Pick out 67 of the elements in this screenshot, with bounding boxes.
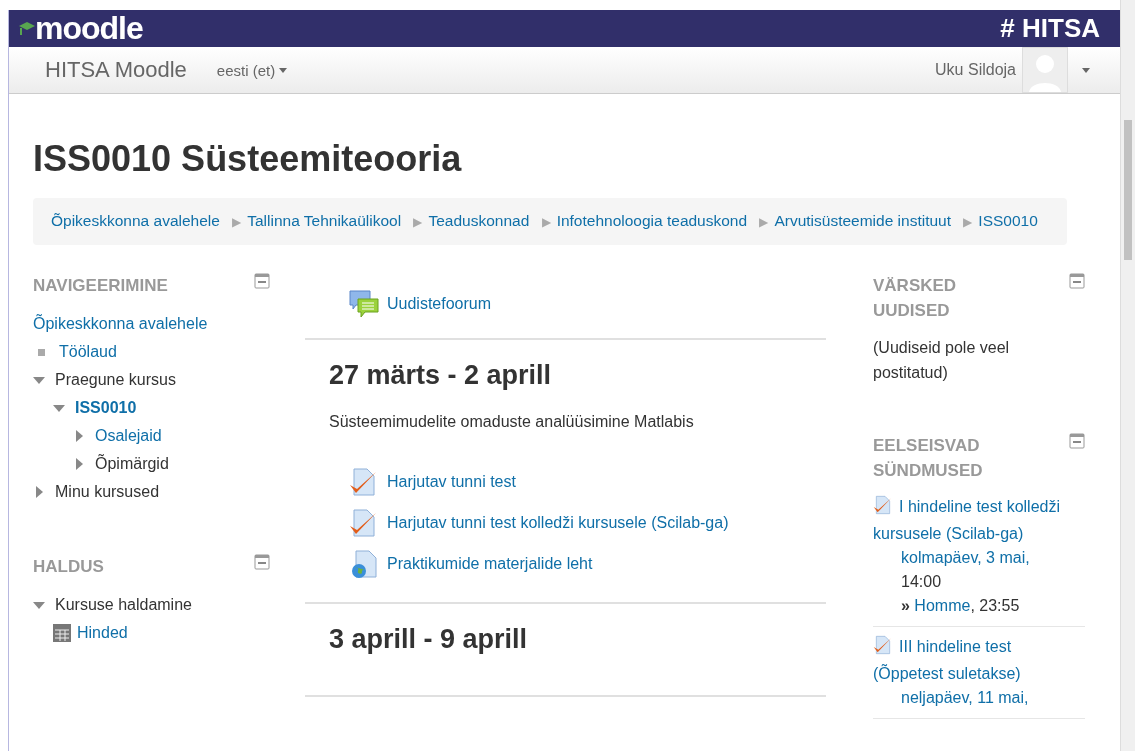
collapsed-arrow-icon[interactable] xyxy=(76,458,83,470)
collapse-icon[interactable] xyxy=(1069,433,1085,449)
table-icon xyxy=(53,624,71,642)
nav-link[interactable]: Hinded xyxy=(77,624,128,642)
quiz-icon xyxy=(873,635,893,655)
event-time: 14:00 xyxy=(901,572,943,592)
web-page-icon xyxy=(349,548,379,579)
section-summary: Süsteemimudelite omaduste analüüsimine Matlabis xyxy=(329,413,695,431)
bullet-icon xyxy=(38,348,45,356)
breadcrumb-link[interactable]: Arvutisüsteemide instituut xyxy=(774,212,952,229)
block-title: VÄRSKED UUDISED xyxy=(873,275,958,322)
empty-news-text: (Uudiseid pole veel postitatud) xyxy=(873,338,1011,383)
nav-label[interactable]: Praegune kursus xyxy=(55,371,176,389)
activity-link[interactable]: Uudistefoorum xyxy=(387,294,492,313)
expanded-arrow-icon[interactable] xyxy=(53,404,65,412)
activity-link[interactable]: Harjutav tunni test xyxy=(387,472,516,491)
user-name[interactable]: Uku Sildoja xyxy=(935,61,1016,79)
collapsed-arrow-icon[interactable] xyxy=(36,486,43,498)
event-link[interactable]: I hindeline test kolledži kursusele (Scilab-ga) xyxy=(873,495,1085,546)
event-date-link[interactable]: kolmapäev, 3 mai, xyxy=(901,549,1030,566)
nav-link[interactable]: ISS0010 xyxy=(75,399,137,417)
block-title: NAVIGEERIMINE xyxy=(33,275,169,297)
event-link[interactable]: III hindeline test (Õppetest suletakse) xyxy=(873,635,1085,686)
due-link[interactable]: Homme xyxy=(914,597,971,614)
nav-label[interactable]: Õpimärgid xyxy=(95,455,169,473)
separator-icon: ▶ xyxy=(541,215,551,229)
separator-icon: ▶ xyxy=(413,215,423,229)
separator-icon: ▶ xyxy=(232,215,242,229)
activity-link[interactable]: Praktikumide materjalide leht xyxy=(387,554,593,573)
site-name[interactable]: HITSA Moodle xyxy=(45,57,187,83)
separator-icon: ▶ xyxy=(963,215,973,229)
quiz-icon xyxy=(349,466,379,497)
separator-icon: ▶ xyxy=(759,215,769,229)
expanded-arrow-icon[interactable] xyxy=(33,601,45,609)
breadcrumb-link[interactable]: Õpikeskkonna avalehele xyxy=(51,212,220,229)
activity-link[interactable]: Harjutav tunni test kolledži kursusele (Scilab-ga) xyxy=(387,513,729,532)
collapse-icon[interactable] xyxy=(1069,273,1085,289)
quiz-icon xyxy=(873,495,893,515)
collapsed-arrow-icon[interactable] xyxy=(76,430,83,442)
nav-link[interactable]: Osalejaid xyxy=(95,427,162,445)
nav-link[interactable]: Töölaud xyxy=(59,343,117,361)
collapse-icon[interactable] xyxy=(254,273,270,289)
breadcrumb-link[interactable]: ISS0010 xyxy=(978,212,1038,229)
nav-label[interactable]: Kursuse haldamine xyxy=(55,596,192,614)
scrollbar[interactable] xyxy=(1120,0,1135,751)
collapse-icon[interactable] xyxy=(254,554,270,570)
nav-label[interactable]: Minu kursused xyxy=(55,483,160,501)
expanded-arrow-icon[interactable] xyxy=(33,376,45,384)
section-title: 3 aprill - 9 aprill xyxy=(329,624,529,655)
chat-bubbles-icon xyxy=(349,288,379,319)
block-title: EELSEISVAD SÜNDMUSED xyxy=(873,435,984,482)
moodle-logo[interactable]: moodle xyxy=(19,10,143,47)
nav-link[interactable]: Õpikeskkonna avalehele xyxy=(33,315,208,333)
breadcrumb-link[interactable]: Infotehnoloogia teaduskond xyxy=(556,212,748,229)
breadcrumb-link[interactable]: Tallinna Tehnikaülikool xyxy=(247,212,402,229)
due-time: , 23:55 xyxy=(970,597,1020,614)
caret-icon[interactable] xyxy=(1082,67,1090,73)
quiz-icon xyxy=(349,507,379,538)
section-title: 27 märts - 2 aprill xyxy=(329,360,553,391)
block-title: HALDUS xyxy=(33,556,105,578)
marker-text: » xyxy=(901,597,910,614)
partner-logo[interactable]: # HITSA xyxy=(1000,13,1100,44)
graduation-cap-icon xyxy=(19,20,35,37)
language-menu[interactable]: eesti (et) xyxy=(216,61,288,79)
page-title: ISS0010 Süsteemiteooria xyxy=(33,138,463,180)
event-date-link[interactable]: neljapäev, 11 mai, xyxy=(901,689,1029,706)
breadcrumb-link[interactable]: Teaduskonnad xyxy=(428,212,530,229)
